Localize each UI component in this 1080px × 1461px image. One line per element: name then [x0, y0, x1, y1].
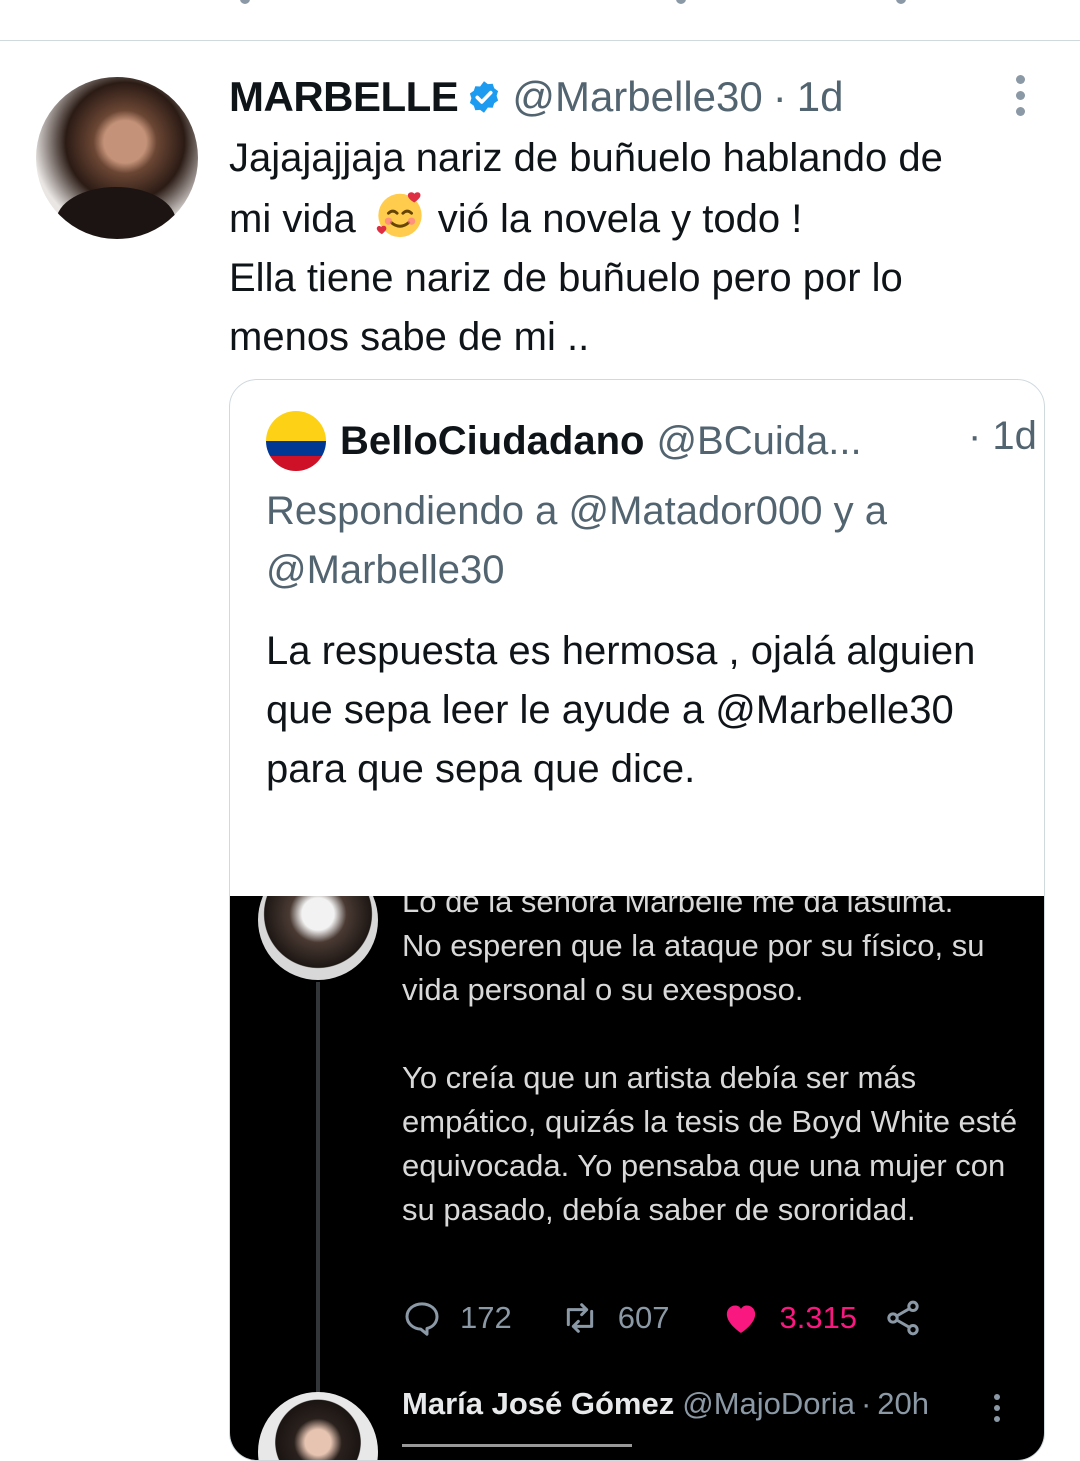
tweet-text: Jajajajjaja nariz de buñuelo hablando de… [229, 129, 1049, 367]
display-name[interactable]: MARBELLE [229, 73, 459, 121]
display-name: María José Gómez [402, 1386, 675, 1421]
like-button: 3.315 [721, 1298, 857, 1338]
more-options-icon [992, 1394, 1002, 1427]
thread-line [316, 982, 320, 1396]
screenshot-text: No esperen que la ataque por su físico, … [402, 924, 1022, 1232]
share-icon [887, 1300, 919, 1336]
replying-to[interactable]: Respondiendo a @Matador000 y a @Marbelle… [266, 482, 1006, 600]
attached-screenshot[interactable]: Lo de la señora Marbelle me da lástima. … [230, 896, 1044, 1460]
timestamp[interactable]: · 1d [968, 414, 1037, 459]
avatar[interactable] [266, 411, 326, 471]
timestamp[interactable]: 1d [797, 73, 844, 121]
handle: @MajoDoria [682, 1386, 855, 1421]
retweet-button: 607 [560, 1298, 670, 1338]
separator: · [772, 73, 787, 120]
reply-button: 172 [402, 1298, 512, 1338]
tweet-text-line: menos sabe de mi .. [229, 315, 590, 359]
quoted-tweet[interactable]: BelloCiudadano @BCuida... · 1d Respondie… [229, 379, 1045, 1461]
avatar [258, 896, 378, 980]
tweet-text-fragment: mi vida [229, 197, 356, 241]
retweet-count: 607 [617, 1300, 670, 1335]
tweet[interactable]: MARBELLE @Marbelle30 · 1d Jajajajjaja na… [0, 41, 1080, 1461]
more-options-icon[interactable] [1012, 75, 1028, 117]
avatar[interactable] [36, 77, 198, 239]
tweet-text-line: mi vida vió la novela y todo ! [229, 188, 1049, 249]
smiling-face-with-hearts-icon [376, 192, 422, 238]
timestamp: 20h [877, 1386, 930, 1421]
cut-glyph [676, 0, 686, 4]
handle[interactable]: @Marbelle30 [512, 73, 762, 121]
tweet-text-line: Ella tiene nariz de buñuelo pero por lo [229, 256, 903, 300]
handle[interactable]: @BCuida... [656, 419, 861, 464]
heart-icon [727, 1305, 756, 1333]
previous-tweet-edge [0, 0, 1080, 41]
quoted-tweet-text: La respuesta es hermosa , ojalá alguien … [266, 629, 976, 791]
tweet-text-line: Jajajajjaja nariz de buñuelo hablando de [229, 136, 943, 180]
reply-count: 172 [460, 1300, 512, 1335]
screenshot-paragraph: No esperen que la ataque por su físico, … [402, 928, 985, 1007]
screenshot-paragraph: Yo creía que un artista debía ser más em… [402, 1060, 1018, 1227]
action-bar: 172 607 3.315 [402, 1296, 923, 1340]
tweet-header: MARBELLE @Marbelle30 · 1d [229, 69, 843, 125]
separator: · [860, 1386, 872, 1421]
cut-glyph [240, 0, 250, 4]
reply-header: María José Gómez @MajoDoria · 20h [402, 1382, 929, 1426]
screenshot-text-cut: Lo de la señora Marbelle me da lástima. [402, 896, 954, 919]
cut-glyph [896, 0, 906, 4]
verified-badge-icon [470, 81, 499, 113]
flag-icon [266, 411, 326, 471]
display-name[interactable]: BelloCiudadano [340, 419, 644, 464]
truncated-text [402, 1444, 632, 1453]
like-count: 3.315 [779, 1300, 858, 1335]
retweet-icon [566, 1303, 593, 1333]
reply-icon [405, 1302, 439, 1336]
quoted-tweet-header: BelloCiudadano @BCuida... · 1d [266, 408, 1037, 474]
avatar [258, 1392, 378, 1460]
tweet-text-fragment: vió la novela y todo ! [437, 197, 803, 241]
